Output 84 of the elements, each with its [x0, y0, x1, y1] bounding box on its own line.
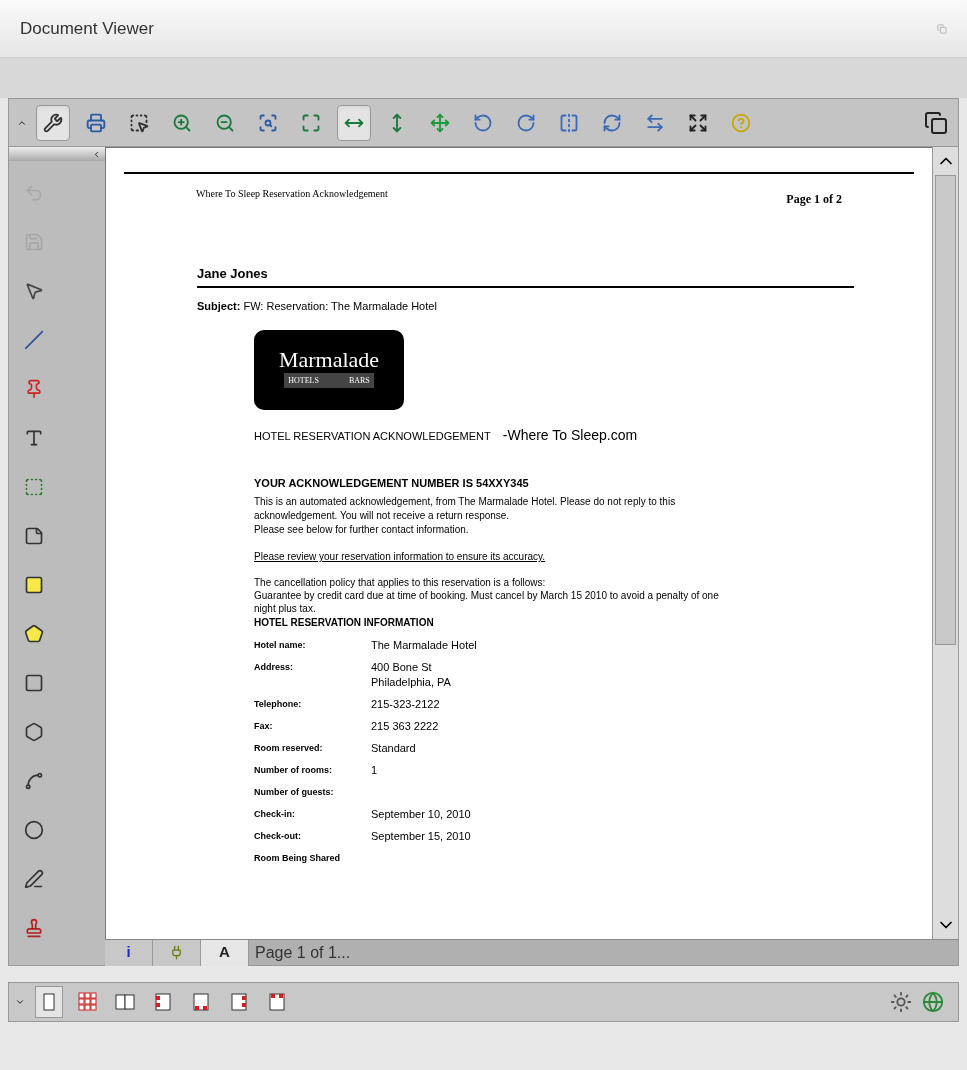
logo-tagline: BARS — [348, 375, 370, 387]
page-layout-icon — [228, 991, 250, 1013]
field-value: 1 — [371, 763, 378, 778]
field-label: Number of guests: — [254, 786, 335, 799]
logo-tagline: HOTELS — [288, 375, 319, 387]
text-box-icon — [24, 476, 44, 497]
toolbar-button[interactable] — [36, 104, 70, 141]
field-label: Check-in: — [254, 808, 296, 821]
layout-button[interactable] — [35, 986, 63, 1018]
field-value: 400 Bone St — [371, 660, 433, 675]
window-title: Document Viewer — [20, 17, 154, 40]
rotate-right-icon — [516, 112, 536, 133]
tools-icon — [43, 112, 63, 133]
pentagon-icon — [24, 623, 44, 644]
field-value: The Marmalade Hotel — [371, 638, 477, 653]
paragraph: Please see below for further contact information. — [254, 523, 470, 537]
logo-name: Marmalade — [278, 352, 380, 367]
plug-icon — [169, 945, 184, 960]
zoom-in-icon — [172, 112, 192, 133]
rectangle-icon — [24, 672, 44, 693]
field-value: September 15, 2010 — [371, 829, 471, 844]
vertical-scrollbar[interactable] — [932, 147, 958, 939]
rotate-left-icon — [473, 112, 493, 133]
field-value: 215-323-2122 — [371, 697, 440, 712]
collapse-icon[interactable] — [15, 997, 25, 1007]
field-label: Address: — [254, 661, 294, 674]
review-link[interactable]: Please review your reservation information to ensure its accuracy. — [254, 551, 546, 562]
restore-window-icon[interactable] — [924, 110, 948, 135]
rotate-icon — [602, 112, 622, 133]
paragraph: Guarantee by credit card due at time of booking. Must cancel by March 15 2010 to avoid a penalty of one night plus tax. — [254, 589, 720, 615]
site-name: -Where To Sleep.com — [502, 428, 638, 443]
zoom-area-icon — [258, 112, 278, 133]
page-number: Page 1 of 2 — [786, 191, 842, 208]
page-layout-icon — [76, 991, 98, 1013]
line-icon — [24, 329, 44, 350]
globe-icon[interactable] — [922, 991, 944, 1013]
page-layout-icon — [190, 991, 212, 1013]
paragraph: This is an automated acknowledgement, from The Marmalade Hotel. Please do not reply to this acknowledgement. You will not receive a return response. — [254, 495, 677, 523]
field-label: Hotel name: — [254, 639, 307, 652]
paragraph: The cancellation policy that applies to this reservation is a follows: — [254, 576, 547, 589]
flip-icon — [559, 112, 579, 133]
field-label: Check-out: — [254, 830, 302, 843]
page-status: Page 1 of 1... — [255, 942, 351, 963]
panel-tab[interactable]: A — [201, 939, 249, 966]
sender-name: Jane Jones — [197, 264, 854, 288]
panel-tab[interactable] — [153, 939, 201, 966]
swap-icon — [645, 112, 665, 133]
zoom-out-icon — [215, 112, 235, 133]
collapse-icon[interactable] — [92, 149, 101, 159]
pin-icon — [24, 378, 44, 399]
help-icon — [731, 112, 751, 133]
field-label: Room reserved: — [254, 742, 324, 755]
page-layout-icon — [266, 991, 288, 1013]
running-head: Where To Sleep Reservation Acknowledgement — [196, 187, 388, 201]
fit-page-icon — [301, 112, 321, 133]
polygon-icon — [24, 721, 44, 742]
field-label: Number of rooms: — [254, 764, 333, 777]
rectangle-icon — [24, 574, 44, 595]
field-value: 215 363 2222 — [371, 719, 439, 734]
toolbar-button[interactable] — [337, 104, 371, 141]
sun-icon[interactable] — [890, 991, 912, 1013]
ellipse-icon — [24, 819, 44, 840]
field-value: Standard — [371, 741, 416, 756]
pan-icon — [430, 112, 450, 133]
section-heading: HOTEL RESERVATION INFORMATION — [254, 616, 435, 630]
select-area-icon — [129, 112, 149, 133]
field-label: Fax: — [254, 720, 274, 733]
field-label: Room Being Shared — [254, 852, 341, 865]
pen-icon — [24, 868, 44, 889]
note-icon — [24, 525, 44, 546]
field-label: Telephone: — [254, 698, 303, 711]
subject-line: Subject: FW: Reservation: The Marmalade Hotel — [197, 298, 438, 314]
field-value: September 10, 2010 — [371, 807, 471, 822]
page-layout-icon — [152, 991, 174, 1013]
panel-tab[interactable]: i — [105, 939, 153, 966]
stamp-icon — [24, 917, 44, 938]
printer-icon — [86, 112, 106, 133]
field-value: Philadelphia, PA — [371, 675, 451, 690]
freeform-icon — [24, 770, 44, 791]
heading: HOTEL RESERVATION ACKNOWLEDGEMENT — [254, 429, 491, 444]
page-layout-icon — [114, 991, 136, 1013]
acknowledgement-number: YOUR ACKNOWLEDGEMENT NUMBER IS 54XXY345 — [254, 476, 530, 491]
scrollbar-thumb[interactable] — [935, 175, 956, 645]
expand-icon — [688, 112, 708, 133]
